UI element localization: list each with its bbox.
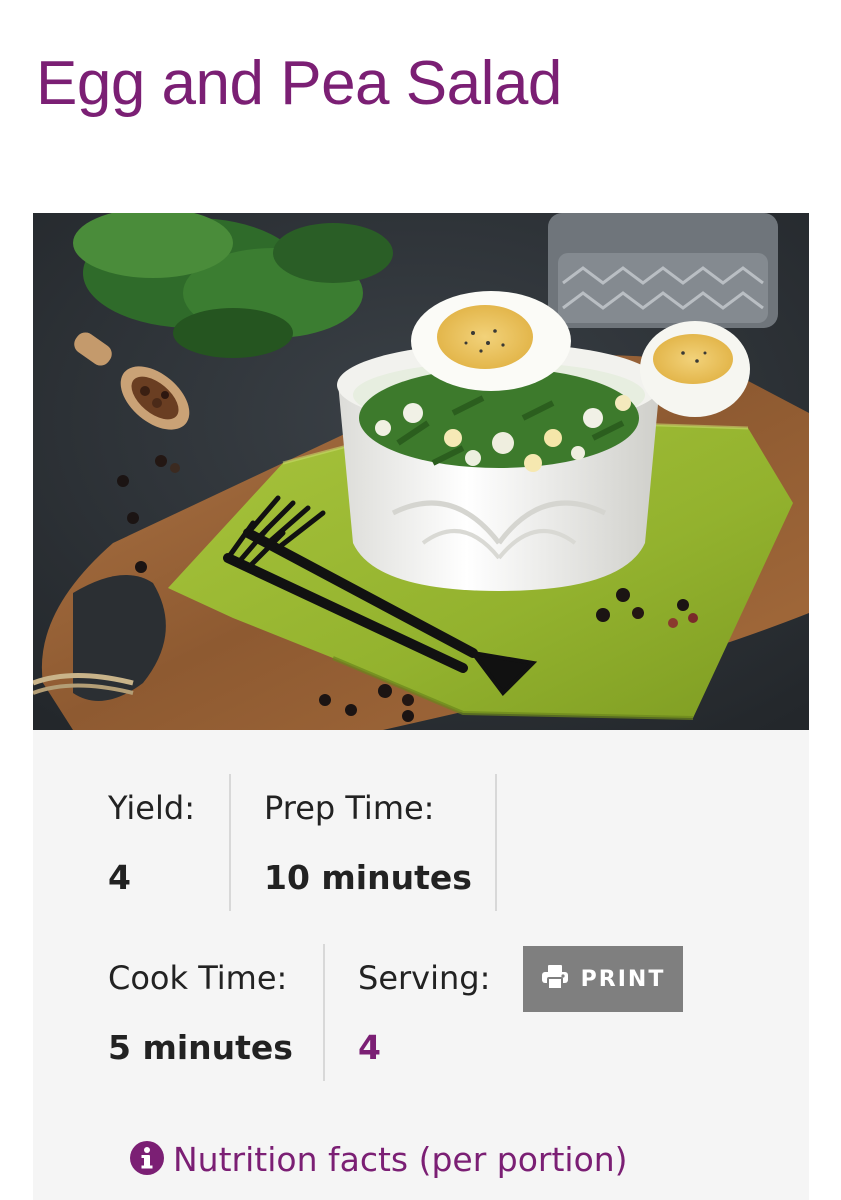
egg-half-on-bowl: [411, 291, 571, 391]
prep-time-label: Prep Time:: [264, 789, 435, 827]
prep-time-value: 10 minutes: [264, 858, 472, 897]
meta-divider: [495, 774, 497, 911]
cook-time-block: Cook Time: 5 minutes: [108, 958, 293, 1068]
print-button[interactable]: PRINT: [523, 946, 683, 1012]
nutrition-facts-label: Nutrition facts (per portion): [173, 1140, 628, 1179]
cook-time-value: 5 minutes: [108, 1028, 293, 1067]
printer-icon: [541, 964, 569, 995]
recipe-info-panel: Yield: 4 Prep Time: 10 minutes Cook Time…: [33, 730, 809, 1200]
salt-shaker: [548, 213, 778, 328]
serving-label: Serving:: [358, 959, 491, 997]
nutrition-facts-link[interactable]: Nutrition facts (per portion): [129, 1138, 628, 1182]
serving-value[interactable]: 4: [358, 1028, 490, 1068]
serving-block: Serving: 4: [358, 958, 490, 1068]
meta-divider: [229, 774, 231, 911]
yield-value: 4: [108, 858, 131, 897]
meta-divider: [323, 944, 325, 1081]
print-button-label: PRINT: [580, 966, 666, 992]
yield-label: Yield:: [108, 789, 195, 827]
page-title: Egg and Pea Salad: [36, 49, 562, 118]
cook-time-label: Cook Time:: [108, 959, 288, 997]
prep-time-block: Prep Time: 10 minutes: [264, 788, 472, 898]
yield-block: Yield: 4: [108, 788, 195, 898]
recipe-photo: [33, 213, 809, 730]
info-circle-icon: [129, 1140, 165, 1181]
egg-half-right: [640, 321, 750, 417]
